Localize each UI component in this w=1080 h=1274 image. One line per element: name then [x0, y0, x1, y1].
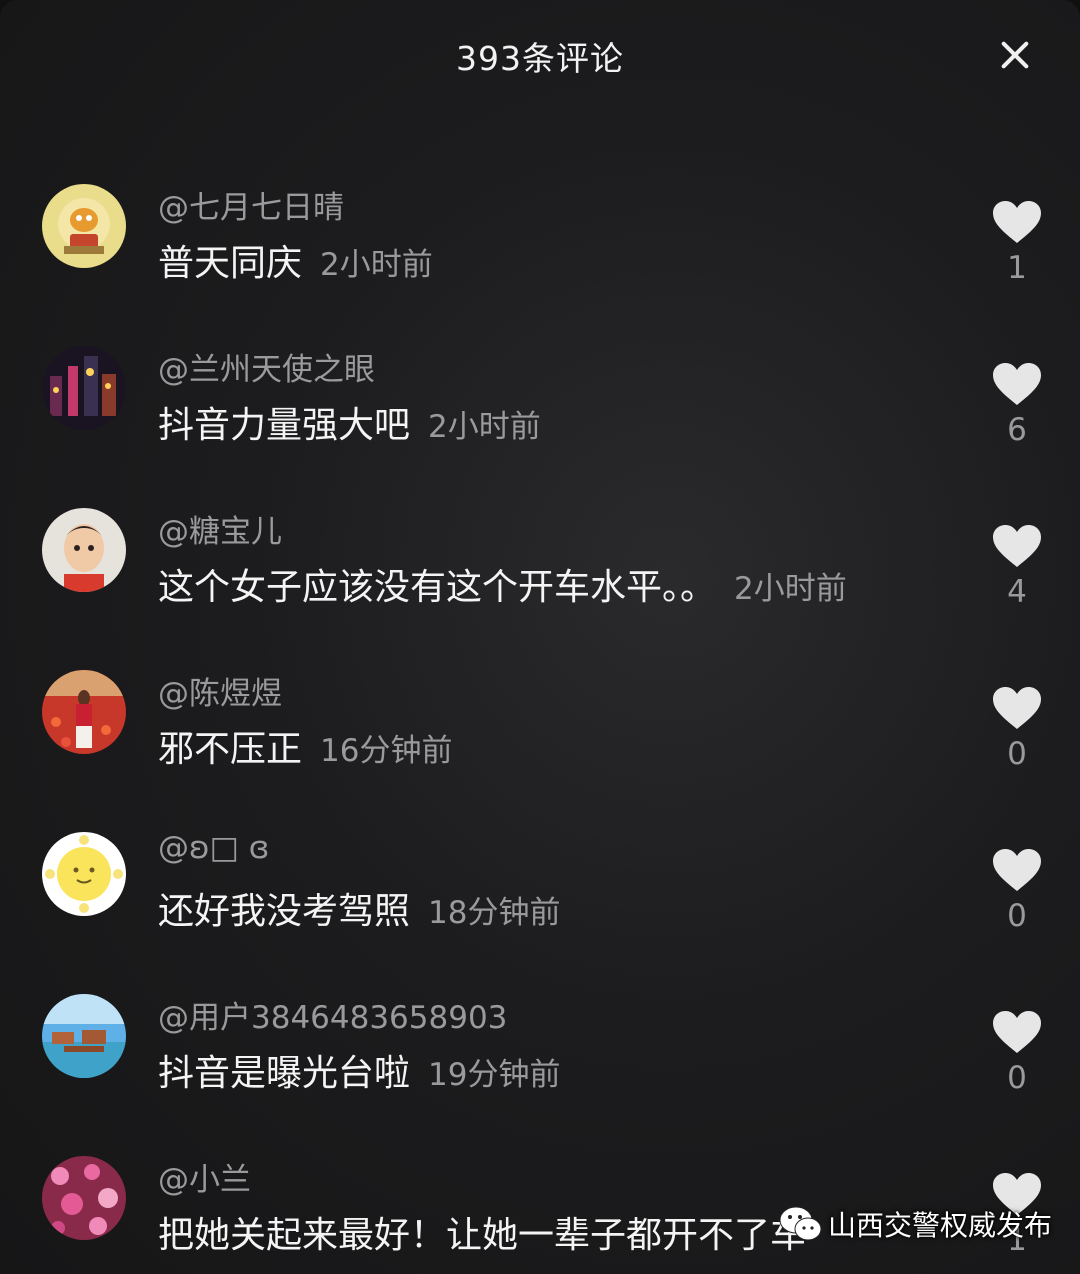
- comment-content: 这个女子应该没有这个开车水平。。 2小时前: [158, 558, 847, 610]
- comment-text: 这个女子应该没有这个开车水平。。: [158, 567, 717, 608]
- comment-text: 把她关起来最好！让她一辈子都开不了车: [158, 1215, 807, 1256]
- pink-flowers-avatar[interactable]: [42, 1156, 126, 1240]
- comment-text: 抖音力量强大吧: [158, 405, 411, 446]
- comment-author[interactable]: @糖宝儿: [158, 506, 282, 551]
- watermark: 山西交警权威发布: [778, 1202, 1052, 1246]
- close-icon[interactable]: [996, 36, 1034, 74]
- like-count: 6: [1007, 412, 1027, 448]
- beach-villa-avatar[interactable]: [42, 994, 126, 1078]
- comment-time: 18分钟前: [428, 895, 561, 931]
- clipped-previous-comment-time: ━ ━ ━ ━: [158, 82, 259, 108]
- comment-item: @七月七日晴 普天同庆 2小时前 1: [0, 164, 1080, 326]
- like-button[interactable]: 0: [988, 686, 1046, 772]
- comment-author[interactable]: @ʚ□ ɞ: [158, 830, 269, 866]
- heart-icon: [993, 525, 1041, 567]
- heart-icon: [993, 363, 1041, 405]
- comment-text: 普天同庆: [158, 243, 303, 284]
- comment-item: @兰州天使之眼 抖音力量强大吧 2小时前 6: [0, 326, 1080, 488]
- comment-author[interactable]: @陈煜煜: [158, 668, 282, 713]
- comment-content: 把她关起来最好！让她一辈子都开不了车: [158, 1206, 806, 1258]
- heart-icon: [993, 1011, 1041, 1053]
- smiley-sun-avatar[interactable]: [42, 832, 126, 916]
- comment-author[interactable]: @用户3846483658903: [158, 992, 507, 1037]
- heart-icon: [993, 201, 1041, 243]
- like-button[interactable]: 6: [988, 362, 1046, 448]
- child-photo-avatar[interactable]: [42, 508, 126, 592]
- like-button[interactable]: 0: [988, 1010, 1046, 1096]
- like-count: 0: [1007, 1060, 1027, 1096]
- watermark-text: 山西交警权威发布: [828, 1209, 1053, 1242]
- comment-author[interactable]: @小兰: [158, 1154, 251, 1199]
- like-button[interactable]: 4: [988, 524, 1046, 610]
- comment-time: 2小时前: [320, 247, 433, 283]
- comment-text: 抖音是曝光台啦: [158, 1053, 411, 1094]
- heart-icon: [993, 687, 1041, 729]
- comments-panel: 393条评论 ━ ━ ━ ━ @七月七日晴 普天同庆 2小时前 1: [0, 0, 1080, 1274]
- like-count: 0: [1007, 898, 1027, 934]
- comment-content: 抖音是曝光台啦 19分钟前: [158, 1044, 560, 1096]
- comment-time: 2小时前: [734, 571, 847, 607]
- comment-time: 16分钟前: [320, 733, 453, 769]
- comment-author[interactable]: @兰州天使之眼: [158, 344, 375, 389]
- like-button[interactable]: 0: [988, 848, 1046, 934]
- like-count: 0: [1007, 736, 1027, 772]
- city-night-avatar[interactable]: [42, 346, 126, 430]
- comment-content: 邪不压正 16分钟前: [158, 720, 452, 772]
- wechat-icon: [779, 1206, 822, 1241]
- flower-field-avatar[interactable]: [42, 670, 126, 754]
- like-count: 4: [1007, 574, 1027, 610]
- garfield-avatar[interactable]: [42, 184, 126, 268]
- comment-content: 还好我没考驾照 18分钟前: [158, 882, 560, 934]
- heart-icon: [993, 849, 1041, 891]
- comment-item: @陈煜煜 邪不压正 16分钟前 0: [0, 650, 1080, 812]
- comment-author[interactable]: @七月七日晴: [158, 182, 344, 227]
- comment-time: 2小时前: [428, 409, 541, 445]
- comment-time: 19分钟前: [428, 1057, 561, 1093]
- comment-item: @用户3846483658903 抖音是曝光台啦 19分钟前 0: [0, 974, 1080, 1136]
- comment-text: 邪不压正: [158, 729, 303, 770]
- like-count: 1: [1007, 250, 1027, 286]
- comment-content: 普天同庆 2小时前: [158, 234, 433, 286]
- comment-content: 抖音力量强大吧 2小时前: [158, 396, 541, 448]
- comment-text: 还好我没考驾照: [158, 891, 411, 932]
- comment-item: @糖宝儿 这个女子应该没有这个开车水平。。 2小时前 4: [0, 488, 1080, 650]
- comment-count-title: 393条评论: [456, 39, 624, 78]
- like-button[interactable]: 1: [988, 200, 1046, 286]
- comment-item: @ʚ□ ɞ 还好我没考驾照 18分钟前 0: [0, 812, 1080, 974]
